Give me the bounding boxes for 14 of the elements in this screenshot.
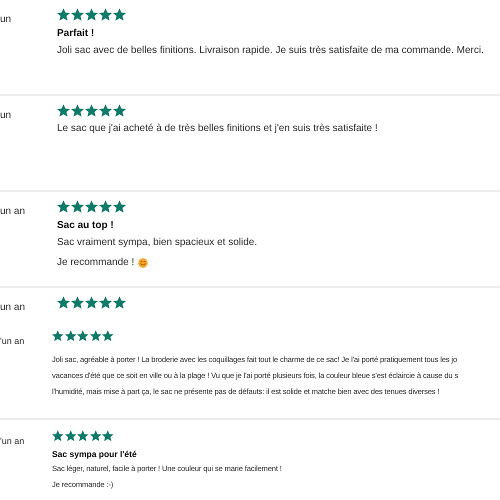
review-title: Sac au top !	[57, 220, 115, 231]
review-text: Le sac que j'ai acheté à de très belles finitions et j'en suis très satisfaite !	[57, 122, 378, 136]
review-date: un an	[0, 205, 26, 219]
smiley-icon	[138, 258, 148, 268]
review-text: Sac vraiment sympa, bien spacieux et solide.	[57, 236, 258, 250]
review-date: un	[0, 13, 12, 27]
review-title: Sac sympa pour l'été	[52, 448, 138, 458]
review-title: Parfait !	[57, 28, 96, 39]
review-date: un	[0, 109, 12, 123]
review-date: 'un an	[0, 435, 26, 448]
review-date: un an	[0, 301, 26, 315]
review-text: Je recommande !	[57, 256, 134, 270]
review-date: 'un an	[0, 335, 26, 348]
review-text: Joli sac avec de belles finitions. Livraison rapide. Je suis très satisfaite de ma commande. Merci.	[57, 44, 484, 58]
